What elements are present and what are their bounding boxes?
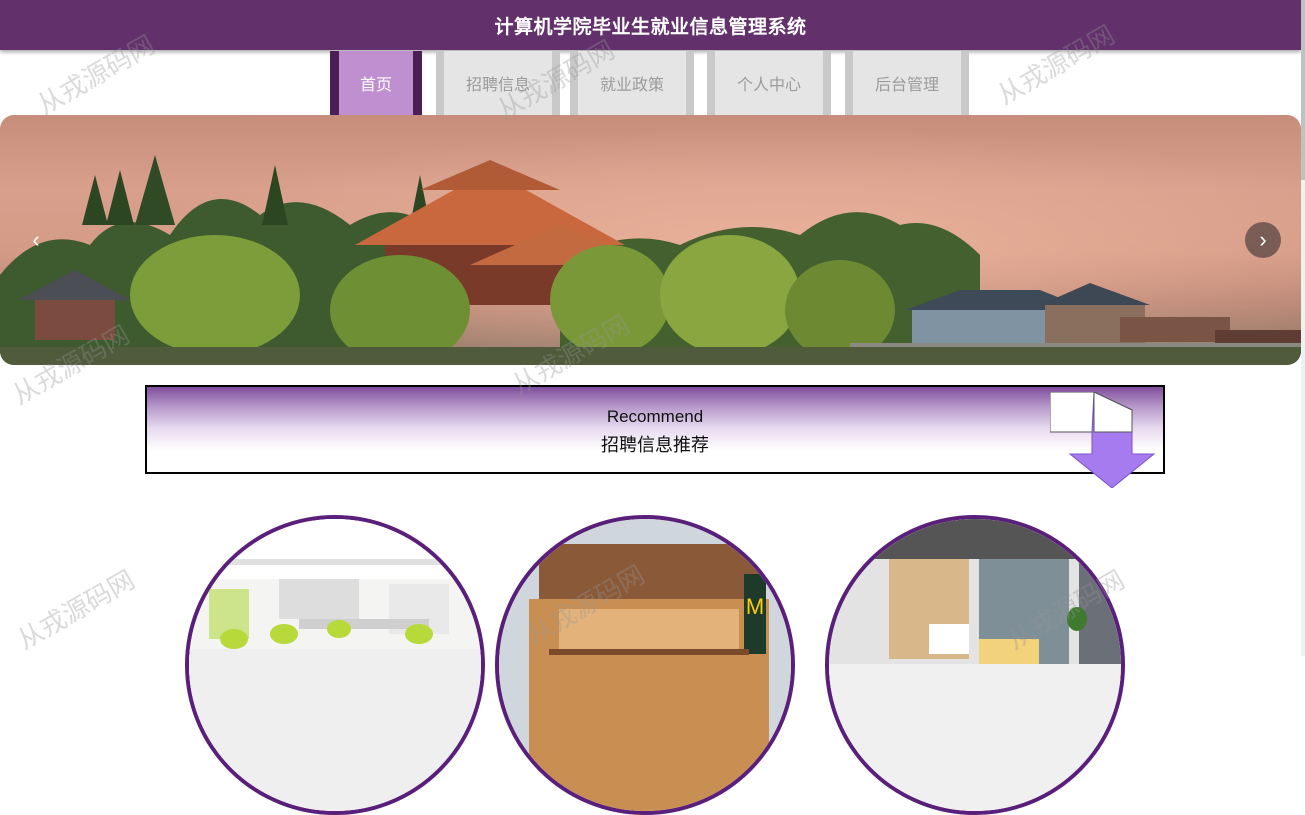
chevron-right-icon[interactable]: › xyxy=(1245,222,1281,258)
next-glyph: › xyxy=(1259,227,1267,252)
nav-item-label: 后台管理 xyxy=(874,77,939,94)
site-header: 计算机学院毕业生就业信息管理系统 xyxy=(0,0,1301,50)
nav-item-label: 首页 xyxy=(359,77,392,94)
nav-item-label: 就业政策 xyxy=(599,77,664,94)
svg-text:M: M xyxy=(746,594,764,619)
nav-item-label: 个人中心 xyxy=(736,77,801,94)
carousel-image-garden xyxy=(0,115,1301,365)
recommend-title-cn: 招聘信息推荐 xyxy=(601,435,709,455)
job-card-image-mcdonalds[interactable]: M xyxy=(495,515,795,815)
chevron-left-icon[interactable]: ‹ xyxy=(18,222,54,258)
arrow-down-icon xyxy=(1050,392,1156,488)
prev-glyph: ‹ xyxy=(32,227,40,252)
nav-item-home[interactable]: 首页 xyxy=(330,51,422,115)
nav-item-policy[interactable]: 就业政策 xyxy=(570,51,694,115)
watermark-text: 从戎源码网 xyxy=(11,564,140,656)
nav-item-admin[interactable]: 后台管理 xyxy=(845,51,969,115)
site-title: 计算机学院毕业生就业信息管理系统 xyxy=(494,16,807,38)
hero-carousel[interactable]: ‹ › xyxy=(0,115,1301,365)
nav-item-label: 招聘信息 xyxy=(465,77,530,94)
job-card-image-lobby[interactable] xyxy=(825,515,1125,815)
nav-item-jobs[interactable]: 招聘信息 xyxy=(436,51,560,115)
recommend-title-en: Recommend xyxy=(606,407,704,426)
recommend-section-header: Recommend 招聘信息推荐 xyxy=(145,385,1165,488)
job-card-image-office[interactable] xyxy=(185,515,485,815)
nav-item-personal[interactable]: 个人中心 xyxy=(707,51,831,115)
main-nav: 首页 招聘信息 就业政策 个人中心 后台管理 xyxy=(0,51,1305,115)
